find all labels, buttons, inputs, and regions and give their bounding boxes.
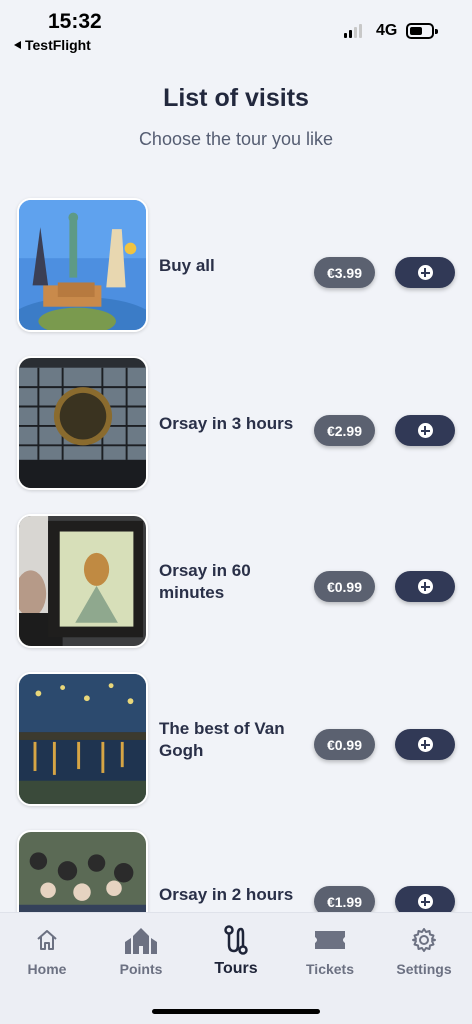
tab-label: Tours <box>214 960 258 977</box>
home-indicator[interactable] <box>152 1009 320 1014</box>
plus-icon <box>417 423 433 438</box>
back-to-app-link[interactable]: TestFlight <box>14 37 91 53</box>
gear-icon <box>379 925 469 955</box>
tour-title[interactable]: Orsay in 60 minutes <box>159 560 299 604</box>
tours-icon <box>191 925 281 955</box>
tour-title[interactable]: Orsay in 3 hours <box>159 413 299 435</box>
plus-icon <box>417 737 433 752</box>
tab-bar: Home Points Tours Tickets Settings <box>0 912 472 1024</box>
list-item[interactable]: The best of Van Gogh €0.99 <box>0 670 472 808</box>
ticket-icon <box>285 925 375 955</box>
add-button[interactable] <box>395 729 455 760</box>
network-type: 4G <box>376 22 398 39</box>
plus-icon <box>417 579 433 594</box>
points-icon <box>96 925 186 955</box>
back-app-label: TestFlight <box>25 37 91 53</box>
tour-title[interactable]: Orsay in 2 hours <box>159 884 299 906</box>
add-button[interactable] <box>395 415 455 446</box>
price-badge[interactable]: €1.99 <box>314 886 375 912</box>
list-item[interactable]: Buy all €3.99 <box>0 196 472 334</box>
tour-list[interactable]: Buy all €3.99 Orsay in 3 hours €2.99 Ors… <box>0 196 472 912</box>
list-item[interactable]: Orsay in 2 hours €1.99 <box>0 828 472 912</box>
signal-icon <box>344 24 362 38</box>
tab-settings[interactable]: Settings <box>379 925 469 977</box>
tab-label: Points <box>119 961 163 977</box>
price-badge[interactable]: €0.99 <box>314 571 375 602</box>
tour-thumbnail <box>17 198 148 332</box>
list-item[interactable]: Orsay in 60 minutes €0.99 <box>0 512 472 650</box>
price-badge[interactable]: €0.99 <box>314 729 375 760</box>
tab-tickets[interactable]: Tickets <box>285 925 375 977</box>
plus-icon <box>417 265 433 280</box>
tour-thumbnail <box>17 514 148 648</box>
tour-thumbnail <box>17 672 148 806</box>
tab-home[interactable]: Home <box>2 925 92 977</box>
battery-icon <box>406 23 438 39</box>
price-badge[interactable]: €3.99 <box>314 257 375 288</box>
tab-label: Settings <box>396 961 452 977</box>
add-button[interactable] <box>395 257 455 288</box>
tour-thumbnail <box>17 830 148 912</box>
price-badge[interactable]: €2.99 <box>314 415 375 446</box>
page-title: List of visits <box>163 84 309 112</box>
tour-title[interactable]: Buy all <box>159 255 299 277</box>
back-arrow-icon <box>14 41 21 49</box>
tour-thumbnail <box>17 356 148 490</box>
add-button[interactable] <box>395 886 455 912</box>
page-subtitle: Choose the tour you like <box>138 129 334 149</box>
list-item[interactable]: Orsay in 3 hours €2.99 <box>0 354 472 492</box>
tab-label: Tickets <box>306 961 354 977</box>
tab-points[interactable]: Points <box>96 925 186 977</box>
status-time: 15:32 <box>48 10 102 33</box>
home-icon <box>2 925 92 955</box>
tour-title[interactable]: The best of Van Gogh <box>159 718 299 762</box>
plus-icon <box>417 894 433 909</box>
tab-label: Home <box>27 961 67 977</box>
tab-tours[interactable]: Tours <box>191 925 281 978</box>
add-button[interactable] <box>395 571 455 602</box>
status-bar: 15:32 TestFlight 4G <box>0 0 472 58</box>
